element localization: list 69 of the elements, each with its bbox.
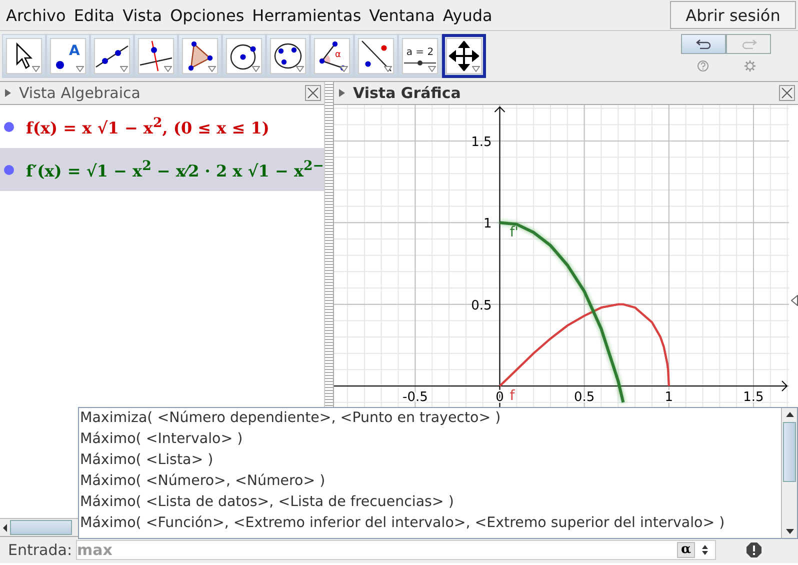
close-icon[interactable] [779,85,795,101]
y-tick-label: 1 [483,216,492,232]
view-title: Vista Algebraica [19,84,140,102]
command-suggestion[interactable]: Maximiza( <Número dependiente>, <Punto en trayecto> ) [79,408,781,429]
dropdown-triangle-icon [120,66,128,72]
undo-button[interactable] [681,34,726,54]
dropdown-triangle-icon [384,66,392,72]
login-button[interactable]: Abrir sesión [670,1,796,29]
dropdown-triangle-icon [208,66,216,72]
function-curve[interactable] [499,303,670,387]
dropdown-triangle-icon [76,66,84,72]
slider-tool-label: a = 2 [406,46,434,58]
spinner-icon[interactable] [701,543,709,557]
x-tick-label: 1 [664,390,674,406]
y-tick-label: 0.5 [471,298,492,314]
undo-arrow-icon [696,39,712,49]
scrollbar-thumb[interactable] [10,520,72,535]
menu-item[interactable]: Edita [70,6,119,24]
command-suggestion[interactable]: Máximo( <Lista> ) [79,450,781,471]
point-reflection-icon [360,40,392,72]
arrow-cursor-icon [14,42,34,70]
menu-item[interactable]: Vista [118,6,166,24]
x-tick-label: 0.5 [574,390,595,406]
ellipse-icon [273,41,303,71]
alert-icon[interactable] [746,542,762,558]
curve-label: f' [510,224,519,241]
tool-button[interactable]: A [46,34,90,78]
menu-item[interactable]: Ayuda [438,6,496,24]
menu-item[interactable]: Archivo [2,6,70,24]
input-field[interactable]: max α [76,540,716,560]
view-title: Vista Gráfica [353,84,461,102]
scrollbar-thumb[interactable] [783,422,796,482]
dropdown-triangle-icon [32,66,40,72]
tool-button[interactable]: α [310,34,354,78]
redo-arrow-icon [740,39,756,49]
dropdown-triangle-icon [296,66,304,72]
curve-label: f [510,388,515,404]
tool-button[interactable] [442,34,486,78]
visibility-dot-icon[interactable] [4,164,14,174]
dropdown-triangle-icon [164,66,172,72]
command-suggestion[interactable]: Máximo( <Número>, <Número> ) [79,471,781,492]
collapse-triangle-icon[interactable] [339,89,345,97]
x-tick-label: 1.5 [743,390,764,406]
command-suggestion[interactable]: Máximo( <Intervalo> ) [79,429,781,450]
dropdown-triangle-icon [252,66,260,72]
triangle-icon [186,41,214,71]
visibility-dot-icon[interactable] [4,122,14,132]
algebra-row[interactable]: f(x) = x √1 − x$^{2}$, (0 ≤ x ≤ 1) [0,105,324,148]
tool-button[interactable]: a = 2 [398,34,442,78]
command-suggestion[interactable]: Máximo( <Función>, <Extremo inferior del intervalo>, <Extremo superior del intervalo> ) [79,513,781,534]
perpendicular-line-icon [139,40,173,72]
line-icon [95,43,129,69]
symbol-button[interactable]: α [676,542,695,558]
menu-item[interactable]: Herramientas [248,6,366,24]
input-label: Entrada: [8,541,72,559]
dropdown-triangle-icon [472,66,480,72]
menu-item[interactable]: Opciones [166,6,248,24]
function-formula: f(x) = x √1 − x$^{2}$, (0 ≤ x ≤ 1) [26,115,270,138]
close-icon[interactable] [305,85,322,101]
dropdown-triangle-icon [428,66,436,72]
collapse-triangle-icon[interactable] [791,295,798,306]
menu-item[interactable]: Ventana [365,6,439,24]
collapse-triangle-icon[interactable] [5,89,11,97]
dropdown-triangle-icon [340,66,348,72]
command-suggestion[interactable]: Máximo( <Lista de datos>, <Lista de frecuencias> ) [79,492,781,513]
move-arrows-icon [449,41,479,71]
slider-icon [404,60,436,66]
x-tick-label: -0.5 [402,390,428,406]
y-tick-label: 1.5 [471,134,492,150]
